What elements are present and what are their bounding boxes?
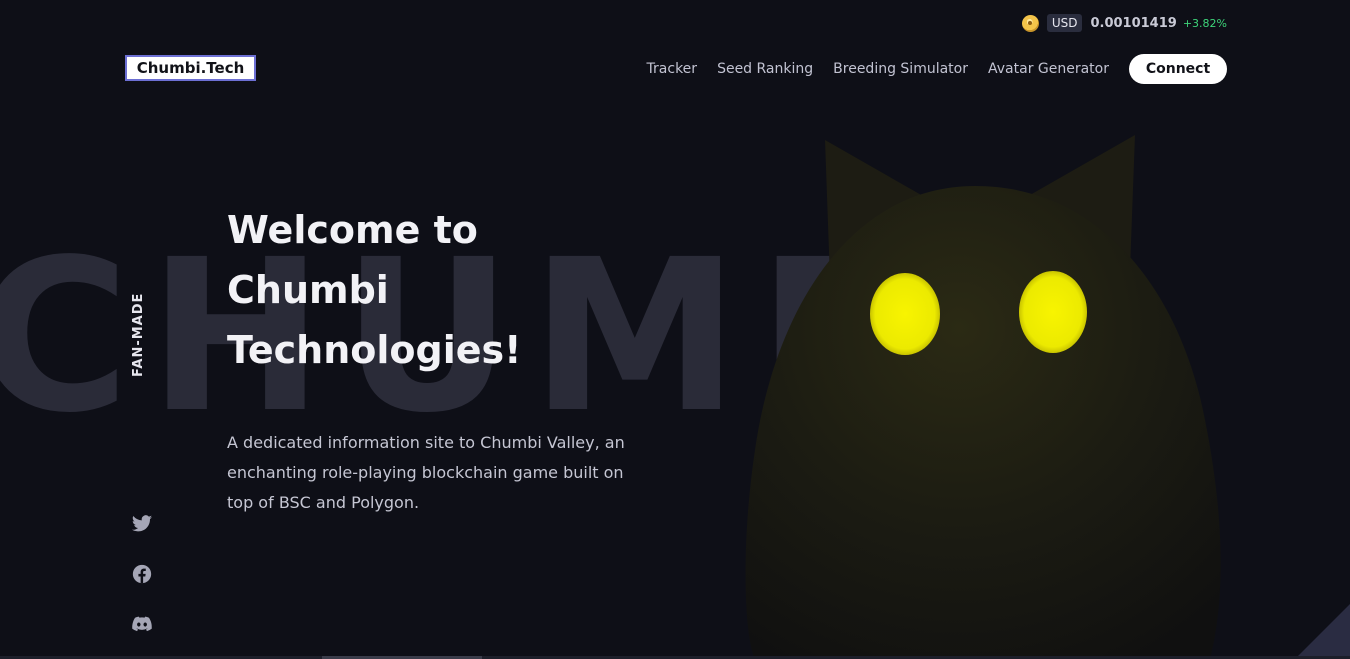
chumbi-creature-illustration	[745, 135, 1221, 659]
left-eye	[870, 273, 940, 355]
price-change: +3.82%	[1182, 16, 1227, 30]
nav-breeding-simulator[interactable]: Breeding Simulator	[833, 61, 968, 77]
nav-seed-ranking[interactable]: Seed Ranking	[717, 61, 813, 77]
hero-title-line3: Technologies!	[227, 328, 522, 372]
fan-made-label: FAN-MADE	[131, 292, 146, 377]
right-eye	[1019, 271, 1087, 353]
hero-title: Welcome to Chumbi Technologies!	[227, 200, 647, 380]
site-logo[interactable]: Chumbi.Tech	[125, 55, 256, 81]
discord-icon[interactable]	[131, 613, 153, 635]
nav-tracker[interactable]: Tracker	[647, 61, 698, 77]
page: USD 0.00101419 +3.82% Chumbi.Tech Tracke…	[0, 0, 1350, 659]
connect-button[interactable]: Connect	[1129, 54, 1227, 84]
facebook-icon[interactable]	[131, 563, 153, 585]
price-ticker: USD 0.00101419 +3.82%	[1021, 14, 1227, 32]
hero-title-line2: Chumbi	[227, 268, 389, 312]
hero-title-line1: Welcome to	[227, 208, 478, 252]
chmb-coin-icon	[1021, 14, 1039, 32]
currency-badge[interactable]: USD	[1046, 14, 1083, 32]
main-nav: Tracker Seed Ranking Breeding Simulator …	[647, 54, 1227, 84]
twitter-icon[interactable]	[131, 513, 153, 535]
corner-decoration	[1295, 604, 1350, 659]
hero-description: A dedicated information site to Chumbi V…	[227, 433, 625, 512]
token-price: 0.00101419	[1090, 15, 1177, 31]
nav-avatar-generator[interactable]: Avatar Generator	[988, 61, 1109, 77]
